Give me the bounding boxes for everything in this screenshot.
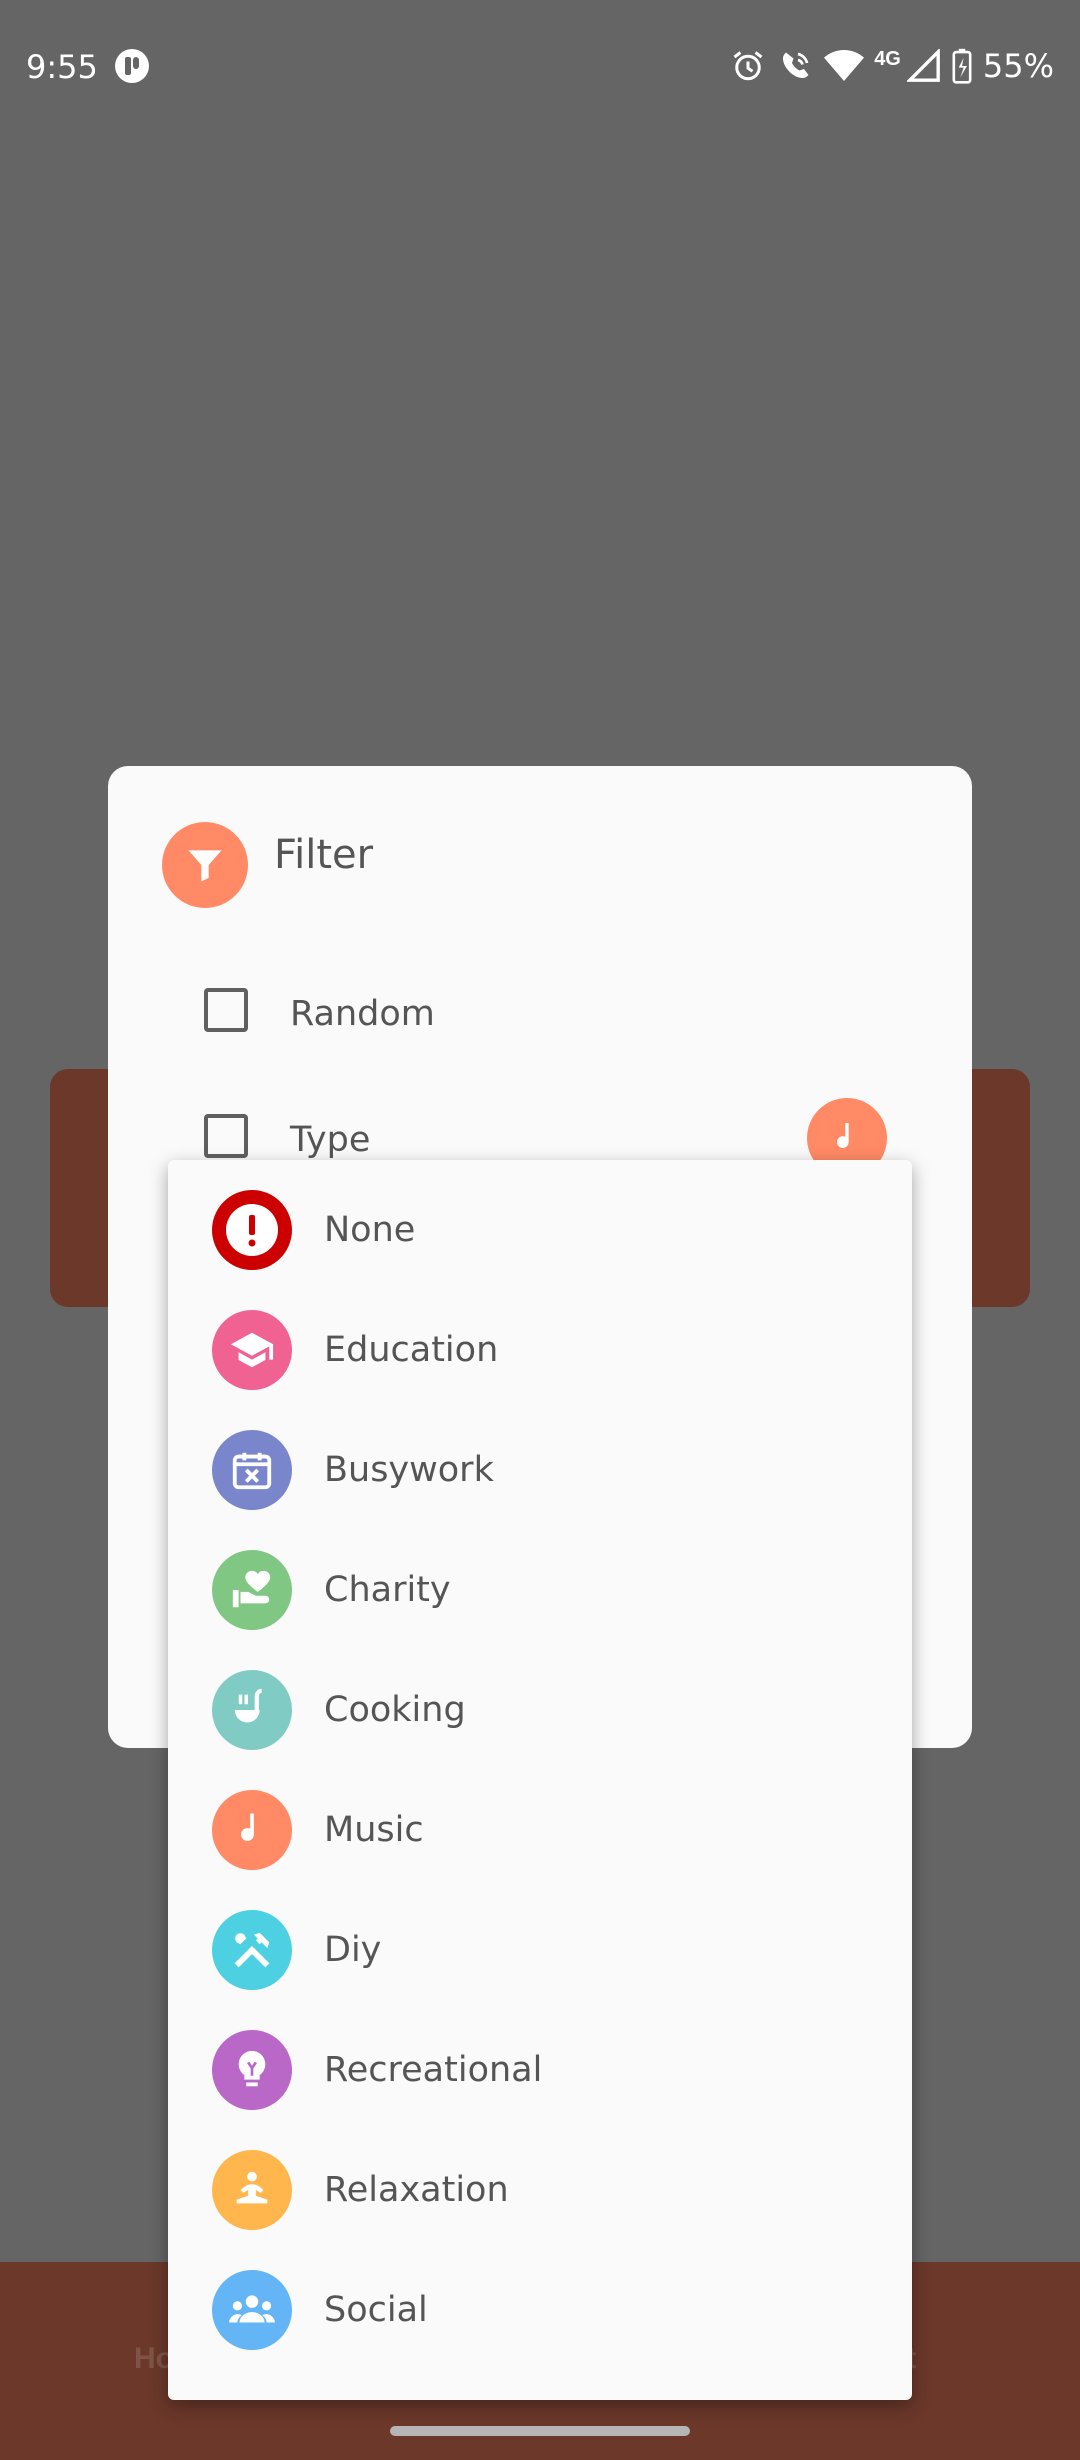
graduation-cap-icon xyxy=(212,1310,292,1390)
type-dropdown: None Education Busywork Charity Cooking … xyxy=(168,1160,912,2400)
dropdown-item-diy[interactable]: Diy xyxy=(168,1890,912,2010)
dropdown-item-music[interactable]: Music xyxy=(168,1770,912,1890)
dropdown-item-label: Busywork xyxy=(324,1450,494,1490)
filter-icon xyxy=(162,822,248,908)
dropdown-item-label: Social xyxy=(324,2290,428,2330)
status-icons: 4G 55% xyxy=(730,44,1054,88)
dropdown-item-label: Music xyxy=(324,1810,424,1850)
dropdown-item-cooking[interactable]: Cooking xyxy=(168,1650,912,1770)
alarm-icon xyxy=(733,51,763,81)
random-label[interactable]: Random xyxy=(290,994,435,1034)
app-notification-icon xyxy=(115,49,149,83)
dropdown-item-relaxation[interactable]: Relaxation xyxy=(168,2130,912,2250)
network-type: 4G xyxy=(874,47,901,70)
random-checkbox[interactable] xyxy=(204,988,248,1032)
music-note-icon xyxy=(212,1790,292,1870)
dropdown-item-charity[interactable]: Charity xyxy=(168,1530,912,1650)
meditation-icon xyxy=(212,2150,292,2230)
ladle-icon xyxy=(212,1670,292,1750)
dialog-title: Filter xyxy=(274,832,374,878)
dropdown-item-label: Relaxation xyxy=(324,2170,509,2210)
type-checkbox[interactable] xyxy=(204,1114,248,1158)
dropdown-item-recreational[interactable]: Recreational xyxy=(168,2010,912,2130)
dropdown-item-label: Charity xyxy=(324,1570,451,1610)
dropdown-item-label: Cooking xyxy=(324,1690,466,1730)
dropdown-item-label: Diy xyxy=(324,1930,382,1970)
group-icon xyxy=(212,2270,292,2350)
cell-signal-icon xyxy=(906,49,940,82)
status-bar: 9:55 4G 55% xyxy=(0,0,1080,140)
dropdown-item-label: None xyxy=(324,1210,416,1250)
tools-icon xyxy=(212,1910,292,1990)
alert-icon xyxy=(212,1190,292,1270)
battery-charging-icon xyxy=(952,48,972,84)
wifi-call-icon xyxy=(783,52,809,78)
wifi-icon xyxy=(824,50,865,81)
dropdown-item-label: Education xyxy=(324,1330,499,1370)
dropdown-item-social[interactable]: Social xyxy=(168,2250,912,2370)
lightbulb-icon xyxy=(212,2030,292,2110)
calendar-x-icon xyxy=(212,1430,292,1510)
hand-heart-icon xyxy=(212,1550,292,1630)
status-time: 9:55 xyxy=(26,48,98,86)
battery-percent: 55% xyxy=(982,47,1054,85)
dropdown-item-busywork[interactable]: Busywork xyxy=(168,1410,912,1530)
dropdown-item-none[interactable]: None xyxy=(168,1170,912,1290)
home-indicator[interactable] xyxy=(390,2426,690,2436)
type-label[interactable]: Type xyxy=(290,1120,370,1160)
dropdown-item-education[interactable]: Education xyxy=(168,1290,912,1410)
dropdown-item-label: Recreational xyxy=(324,2050,543,2090)
